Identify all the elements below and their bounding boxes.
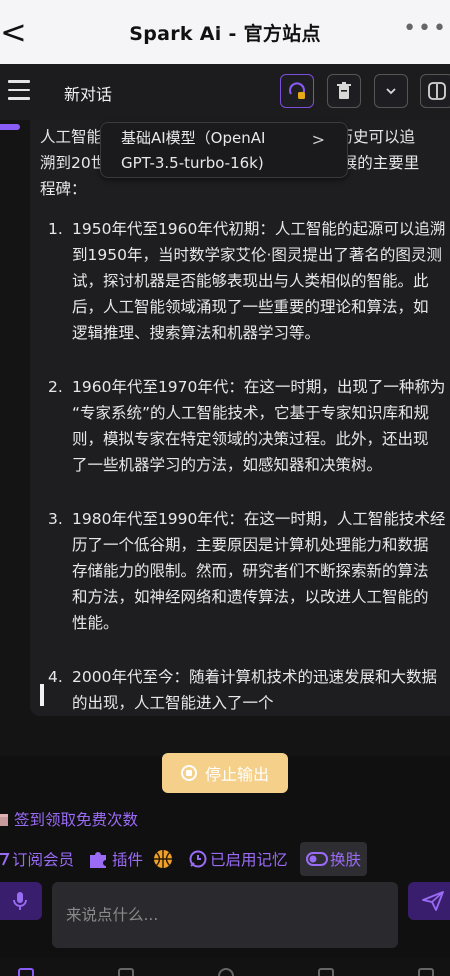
puzzle-icon [90,852,106,868]
delete-button[interactable] [327,74,361,108]
microphone-icon [13,892,27,910]
list-item: 4. 2000年代至今：随着计算机技术的迅速发展和大数据 的出现，人工智能进入了… [48,668,437,712]
delete-icon [337,82,351,99]
list-item: 1. 1950年代至1960年代初期：人工智能的起源可以追溯 到1950年，当时… [48,220,446,342]
chat-memory-icon [189,850,207,868]
voice-input-button[interactable] [0,882,42,920]
list-item: 2. 1960年代至1970年代：在这一时期，出现了一种称为 “专家系统”的人工… [48,378,446,474]
app-header: 新对话 [0,64,450,120]
stop-output-button[interactable]: 停止输出 [162,753,288,793]
tab-explore-icon[interactable] [218,968,234,976]
model-version-line: GPT-3.5-turbo-16k) [121,154,264,172]
model-select-button[interactable] [280,74,314,108]
stop-icon [180,765,197,781]
tab-chat-icon[interactable] [18,968,34,976]
toggle-button[interactable] [420,74,450,108]
back-icon[interactable]: < [0,14,27,50]
expand-button[interactable] [374,74,408,108]
send-icon [422,891,444,911]
bottom-tab-bar [0,958,450,976]
page-title: Spark Ai - 官方站点 [129,22,321,45]
toggle-icon [428,82,446,100]
model-tooltip[interactable]: 基础AI模型（OpenAI GPT-3.5-turbo-16k) > [100,122,348,178]
list-item: 3. 1980年代至1990年代：在这一时期，人工智能技术经 历了一个低谷期，主… [48,510,446,632]
chevron-down-icon [386,88,396,95]
signin-link[interactable]: 签到领取免费次数 [0,808,138,830]
vip-icon [0,853,10,866]
send-button[interactable] [408,882,450,920]
skin-switch-button[interactable]: 换肤 [300,842,368,876]
basketball-button[interactable] [152,842,174,876]
gift-icon [0,814,8,826]
tab-profile-icon[interactable] [418,968,434,976]
typing-cursor [40,684,44,706]
tab-edit-icon[interactable] [318,968,334,976]
paid-model-icon [289,82,305,99]
action-row: 订阅会员 插件 已启用记忆 换肤 [0,842,450,876]
message-input[interactable] [52,882,398,948]
browser-titlebar: < Spark Ai - 官方站点 ••• [0,0,450,64]
toggle-switch-icon [306,852,328,866]
menu-icon[interactable] [8,80,30,102]
plugins-button[interactable]: 插件 [88,842,143,876]
more-options-icon[interactable]: ••• [403,16,448,41]
tab-apps-icon[interactable] [118,968,134,976]
chevron-right-icon: > [311,130,325,149]
subscribe-button[interactable]: 订阅会员 [0,842,74,876]
chat-title: 新对话 [64,85,113,104]
memory-toggle[interactable]: 已启用记忆 [188,842,288,876]
accent-indicator [0,124,20,130]
basketball-icon [154,850,172,868]
milestone-list: 1. 1950年代至1960年代初期：人工智能的起源可以追溯 到1950年，当时… [48,216,450,744]
